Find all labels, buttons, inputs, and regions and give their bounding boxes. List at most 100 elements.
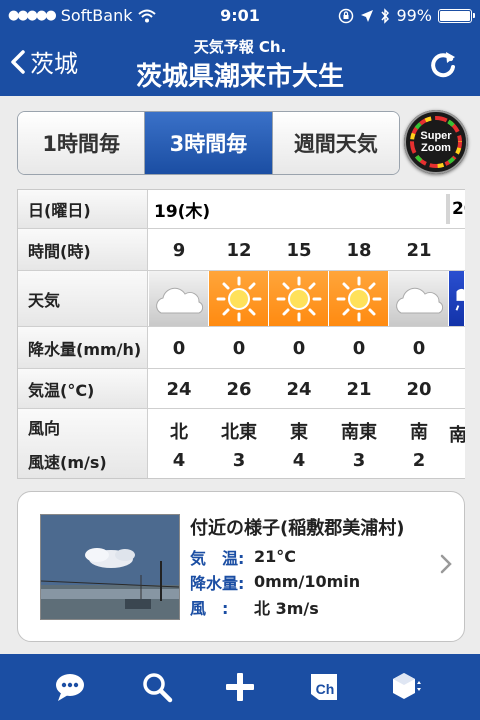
temp-cell: 24 [286, 378, 312, 400]
hour-cell: 9 [172, 239, 186, 261]
wind-speed: 2 [412, 449, 426, 471]
wind-direction: 北 [170, 421, 188, 443]
page-title: 茨城県潮来市大生 [135, 62, 344, 92]
time-row-label: 時間(時) [18, 229, 148, 271]
nearby-value: 0mm/10min [254, 572, 361, 591]
nav-title-group: 天気予報 Ch. 茨城県潮来市大生 [100, 36, 380, 93]
wind-speed: 4 [172, 449, 186, 471]
nav-subtitle: 天気予報 Ch. [193, 38, 287, 56]
date-row: 日(曜日) 19(木) 20 [18, 190, 465, 228]
wind-direction: 南東 [341, 421, 377, 443]
battery-fill [440, 10, 470, 21]
cloudy-icon [149, 271, 209, 327]
sunny-icon [329, 271, 389, 327]
nearby-readings: 気 温: 21°C 降水量: 0mm/10min 風 : 北 3m/s [190, 544, 360, 619]
back-button-label: 茨城 [30, 50, 78, 78]
plus-icon[interactable] [223, 670, 257, 704]
bottom-tab-bar: Ch [0, 654, 480, 720]
wind-cell: 北4 [149, 409, 209, 478]
location-arrow-icon [361, 9, 374, 22]
hour-cell: 15 [286, 239, 312, 261]
chat-bubble-icon[interactable] [53, 670, 87, 704]
weather-row: 天気 [18, 270, 465, 327]
wind-cell: 南2 [389, 409, 449, 478]
precip-cell: 0 [232, 337, 246, 359]
temp-cell: 26 [226, 378, 252, 400]
wind-direction: 南 [410, 421, 428, 443]
wind-cell-partial: 南 [449, 409, 465, 478]
hour-cell: 21 [406, 239, 432, 261]
sunny-icon [269, 271, 329, 327]
tab-1-hour[interactable]: 1時間毎 [18, 112, 146, 174]
nearby-title: 付近の様子(稲敷郡美浦村) [190, 518, 405, 539]
bluetooth-icon [381, 7, 390, 24]
super-zoom-button[interactable]: Super Zoom [404, 110, 468, 174]
hour-cell: 12 [226, 239, 252, 261]
forecast-next-date: 20 [452, 199, 465, 219]
wind-dir-label: 風向 [28, 419, 61, 438]
wind-speed: 4 [292, 449, 306, 471]
time-row: 時間(時) 9 12 15 18 21 [18, 228, 465, 271]
nearby-label: 風 : [190, 598, 229, 618]
date-separator [446, 194, 450, 224]
battery-percent: 99% [396, 6, 432, 25]
forecast-table: 日(曜日) 19(木) 20 時間(時) 9 12 15 18 21 天気 [17, 189, 465, 479]
wind-cell: 北東 3 [209, 409, 269, 478]
wind-row-label: 風向 風速(m/s) [18, 409, 148, 478]
temp-cell: 21 [346, 378, 372, 400]
precip-cell: 0 [412, 337, 426, 359]
channel-icon[interactable]: Ch [307, 670, 341, 704]
super-zoom-line1: Super [420, 130, 452, 142]
precip-row: 降水量(mm/h) 0 0 0 0 0 [18, 326, 465, 369]
live-camera-thumbnail [40, 514, 180, 620]
interval-segmented-control: 1時間毎 3時間毎 週間天気 [17, 111, 400, 175]
precip-cell: 0 [172, 337, 186, 359]
hexagon-menu-icon[interactable] [390, 670, 424, 704]
nearby-row-temp: 気 温: 21°C [190, 544, 360, 569]
temp-row-label: 気温(°C) [18, 369, 148, 409]
wind-cell: 南東 3 [329, 409, 389, 478]
nearby-value: 21°C [254, 547, 297, 566]
rotation-lock-icon [339, 8, 354, 23]
search-icon[interactable] [140, 670, 174, 704]
nearby-label: 降水量: [190, 573, 245, 593]
status-right: 99% [338, 6, 475, 25]
navigation-bar: 茨城 天気予報 Ch. 茨城県潮来市大生 [0, 32, 480, 96]
status-bar: ●●●●● SoftBank 9:01 99% [0, 0, 480, 32]
chevron-left-icon [11, 49, 25, 74]
temp-cell: 20 [406, 378, 432, 400]
wind-cell: 東4 [269, 409, 329, 478]
tab-3-hour[interactable]: 3時間毎 [145, 112, 273, 174]
wind-speed: 3 [352, 449, 366, 471]
channel-icon-text: Ch [316, 681, 335, 697]
wind-speed: 3 [232, 449, 246, 471]
cloudy-icon [389, 271, 449, 327]
nearby-row-wind: 風 : 北 3m/s [190, 594, 360, 619]
sunny-icon [209, 271, 269, 327]
nearby-label: 気 温: [190, 548, 245, 568]
wind-direction: 北東 [221, 421, 257, 443]
refresh-icon[interactable] [426, 48, 460, 82]
wind-speed-label: 風速(m/s) [28, 453, 107, 472]
temp-cell: 24 [166, 378, 192, 400]
wind-row: 風向 風速(m/s) 北4 北東3 東4 南東3 南2 南 [18, 408, 465, 478]
precip-cell: 0 [292, 337, 306, 359]
nearby-value: 北 3m/s [254, 598, 319, 618]
hour-cell: 18 [346, 239, 372, 261]
weather-row-label: 天気 [18, 271, 148, 327]
date-row-label: 日(曜日) [18, 190, 148, 228]
nearby-conditions-card[interactable]: 付近の様子(稲敷郡美浦村) 気 温: 21°C 降水量: 0mm/10min 風… [17, 491, 465, 642]
tab-weekly[interactable]: 週間天気 [272, 112, 399, 174]
rain-icon [449, 271, 465, 327]
precip-cell: 0 [352, 337, 366, 359]
super-zoom-line2: Zoom [421, 142, 451, 154]
precip-row-label: 降水量(mm/h) [18, 327, 148, 369]
battery-icon [438, 8, 475, 23]
wind-direction: 東 [290, 421, 308, 443]
back-button[interactable]: 茨城 [10, 44, 78, 79]
nearby-row-precip: 降水量: 0mm/10min [190, 569, 360, 594]
chevron-right-icon [440, 554, 452, 574]
forecast-date: 19(木) [154, 201, 211, 222]
wind-direction: 南 [449, 421, 465, 447]
temp-row: 気温(°C) 24 26 24 21 20 [18, 368, 465, 409]
